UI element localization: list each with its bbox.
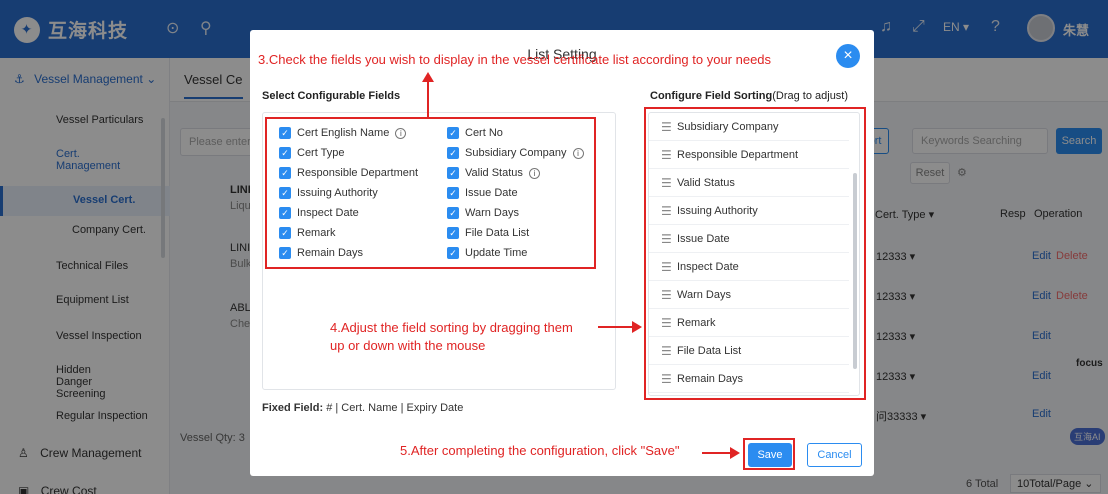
annotation-step-4-line1: 4.Adjust the field sorting by dragging t…: [330, 320, 573, 335]
close-icon[interactable]: ×: [836, 44, 860, 68]
field-checkbox-valid-status[interactable]: ✓ Valid Status i: [447, 167, 540, 179]
check-icon: ✓: [279, 187, 291, 199]
annotation-step-4-line2: up or down with the mouse: [330, 338, 486, 353]
list-setting-dialog: List Setting × Select Configurable Field…: [250, 30, 874, 476]
info-icon[interactable]: i: [572, 147, 584, 159]
check-icon: ✓: [447, 187, 459, 199]
field-checkbox-remain-days[interactable]: ✓ Remain Days: [279, 247, 363, 259]
annotation-arrow-right: [598, 321, 642, 333]
configurable-fields-title: Select Configurable Fields: [262, 90, 401, 102]
annotation-step-5: 5.After completing the configuration, cl…: [400, 443, 680, 458]
check-icon: ✓: [279, 207, 291, 219]
field-sorting-title: Configure Field Sorting(Drag to adjust): [650, 90, 849, 102]
annotation-step-3: 3.Check the fields you wish to display i…: [258, 52, 772, 67]
field-checkbox-subsidiary-company[interactable]: ✓ Subsidiary Company i: [447, 147, 584, 159]
drag-handle-icon[interactable]: ☰: [649, 316, 677, 330]
sort-item-responsible-department[interactable]: ☰ Responsible Department: [649, 141, 849, 169]
check-icon: ✓: [447, 127, 459, 139]
check-icon: ✓: [447, 147, 459, 159]
sort-item-warn-days[interactable]: ☰ Warn Days: [649, 281, 849, 309]
drag-handle-icon[interactable]: ☰: [649, 288, 677, 302]
field-checkbox-cert-english-name[interactable]: ✓ Cert English Name i: [279, 127, 407, 139]
check-icon: ✓: [447, 247, 459, 259]
drag-handle-icon[interactable]: ☰: [649, 176, 677, 190]
info-icon[interactable]: i: [395, 127, 407, 139]
sort-item-issue-date[interactable]: ☰ Issue Date: [649, 225, 849, 253]
field-checkbox-cert-no[interactable]: ✓ Cert No: [447, 127, 503, 139]
sort-item-remark[interactable]: ☰ Remark: [649, 309, 849, 337]
annotation-arrow-right-save: [702, 447, 740, 459]
field-checkbox-cert-type[interactable]: ✓ Cert Type: [279, 147, 345, 159]
check-icon: ✓: [447, 207, 459, 219]
info-icon[interactable]: i: [528, 167, 540, 179]
field-checkbox-issue-date[interactable]: ✓ Issue Date: [447, 187, 518, 199]
sort-item-remain-days[interactable]: ☰ Remain Days: [649, 365, 849, 393]
field-checkbox-update-time[interactable]: ✓ Update Time: [447, 247, 527, 259]
drag-handle-icon[interactable]: ☰: [649, 232, 677, 246]
sort-item-inspect-date[interactable]: ☰ Inspect Date: [649, 253, 849, 281]
save-button[interactable]: Save: [748, 443, 792, 467]
check-icon: ✓: [279, 167, 291, 179]
field-checkbox-responsible-department[interactable]: ✓ Responsible Department: [279, 167, 418, 179]
check-icon: ✓: [279, 247, 291, 259]
drag-handle-icon[interactable]: ☰: [649, 120, 677, 134]
field-checkbox-file-data-list[interactable]: ✓ File Data List: [447, 227, 529, 239]
field-sorting-panel: ☰ Subsidiary Company ☰ Responsible Departm…: [648, 112, 860, 396]
sort-item-file-data-list[interactable]: ☰ File Data List: [649, 337, 849, 365]
drag-handle-icon[interactable]: ☰: [649, 260, 677, 274]
sort-item-valid-status[interactable]: ☰ Valid Status: [649, 169, 849, 197]
check-icon: ✓: [279, 127, 291, 139]
sorting-scrollbar[interactable]: [853, 173, 857, 369]
drag-handle-icon[interactable]: ☰: [649, 344, 677, 358]
sort-item-issuing-authority[interactable]: ☰ Issuing Authority: [649, 197, 849, 225]
check-icon: ✓: [279, 227, 291, 239]
field-checkbox-issuing-authority[interactable]: ✓ Issuing Authority: [279, 187, 378, 199]
check-icon: ✓: [447, 227, 459, 239]
fixed-field-note: Fixed Field: # | Cert. Name | Expiry Dat…: [262, 402, 464, 414]
annotation-arrow-up: [422, 72, 434, 118]
field-checkbox-warn-days[interactable]: ✓ Warn Days: [447, 207, 519, 219]
check-icon: ✓: [279, 147, 291, 159]
check-icon: ✓: [447, 167, 459, 179]
field-checkbox-remark[interactable]: ✓ Remark: [279, 227, 336, 239]
field-checkbox-inspect-date[interactable]: ✓ Inspect Date: [279, 207, 359, 219]
drag-handle-icon[interactable]: ☰: [649, 372, 677, 386]
drag-handle-icon[interactable]: ☰: [649, 204, 677, 218]
sort-item-subsidiary-company[interactable]: ☰ Subsidiary Company: [649, 113, 849, 141]
drag-handle-icon[interactable]: ☰: [649, 148, 677, 162]
cancel-button[interactable]: Cancel: [807, 443, 862, 467]
